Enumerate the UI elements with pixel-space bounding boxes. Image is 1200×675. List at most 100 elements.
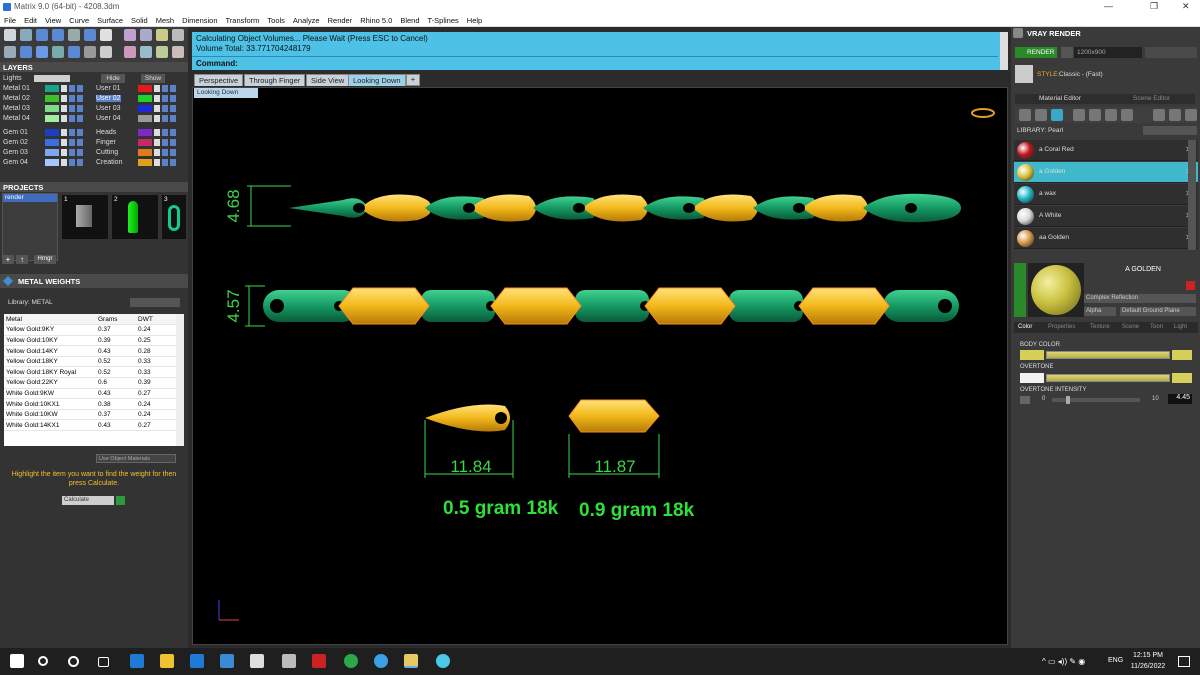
layer-select-icon[interactable] [170, 105, 176, 112]
subtab-toon[interactable]: Toon [1150, 324, 1163, 330]
menu-render[interactable]: Render [324, 14, 357, 25]
material-item[interactable]: a wax✕ [1014, 184, 1198, 205]
mail-icon[interactable] [220, 654, 234, 668]
layer-visible-icon[interactable] [162, 105, 168, 112]
layer-visible-icon[interactable] [69, 85, 75, 92]
layer-lock-icon[interactable] [154, 129, 160, 136]
layer-row-user-03[interactable]: User 03 [96, 104, 186, 113]
subtab-properties[interactable]: Properties [1048, 324, 1075, 330]
overtone-slider[interactable] [1046, 374, 1170, 382]
export-icon[interactable] [1169, 109, 1181, 121]
library-selector[interactable] [1143, 126, 1197, 135]
notification-icon[interactable] [1178, 656, 1190, 667]
tab-through-finger[interactable]: Through Finger [244, 74, 306, 86]
material-item[interactable]: A White✕ [1014, 206, 1198, 227]
layer-row-metal-04[interactable]: Metal 04 [3, 114, 93, 123]
menu-curve[interactable]: Curve [65, 14, 93, 25]
reflection-dropdown[interactable]: Complex Reflection [1084, 294, 1196, 303]
layer-color-swatch[interactable] [45, 105, 59, 112]
layer-row-user-02[interactable]: User 02 [96, 94, 186, 103]
sphere-preview-icon[interactable] [1051, 109, 1063, 121]
open-material-icon[interactable] [1035, 109, 1047, 121]
tab-material-editor[interactable]: Material Editor [1039, 95, 1081, 102]
tab-scene-editor[interactable]: Scene Editor [1133, 95, 1170, 102]
layer-visible-icon[interactable] [69, 139, 75, 146]
array-icon[interactable] [68, 46, 80, 58]
layer-select-icon[interactable] [77, 159, 83, 166]
project-thumb-3[interactable]: 3 [162, 195, 186, 239]
layer-row-cutting[interactable]: Cutting [96, 148, 186, 157]
menu-tools[interactable]: Tools [263, 14, 289, 25]
calculate-button[interactable]: Calculate [62, 496, 114, 505]
table-row[interactable]: Yellow Gold:18KY Royal 0.52 0.33 [4, 366, 176, 379]
subtab-light[interactable]: Light [1174, 324, 1187, 330]
menu-help[interactable]: Help [463, 14, 486, 25]
use-object-materials-toggle[interactable]: Use Object Materials [96, 454, 176, 463]
assign-icon[interactable] [1105, 109, 1117, 121]
layer-select-icon[interactable] [77, 139, 83, 146]
table-row[interactable]: Yellow Gold:14KY 0.43 0.28 [4, 345, 176, 357]
layer-icon[interactable] [52, 29, 64, 41]
ring-orientation-icon[interactable] [971, 108, 995, 118]
add-view-tab-button[interactable]: + [406, 74, 420, 86]
table-row[interactable]: White Gold:9KW 0.43 0.27 [4, 388, 176, 400]
table-scrollbar[interactable] [176, 314, 184, 446]
layer-lock-icon[interactable] [154, 115, 160, 122]
tab-looking-down[interactable]: Looking Down [348, 74, 406, 86]
layer-lock-icon[interactable] [61, 139, 67, 146]
command-prompt[interactable]: Command: [192, 56, 998, 69]
task-view-icon[interactable] [98, 657, 109, 667]
menu-file[interactable]: File [0, 14, 20, 25]
layer-visible-icon[interactable] [162, 159, 168, 166]
copy-icon[interactable] [100, 46, 112, 58]
up-project-button[interactable]: ↑ [16, 255, 28, 264]
settings-icon[interactable] [172, 29, 184, 41]
delete-material-icon[interactable] [1186, 281, 1195, 290]
layer-row-gem-03[interactable]: Gem 03 [3, 148, 93, 157]
col-metal[interactable]: Metal [4, 314, 96, 326]
edit-icon[interactable] [84, 29, 96, 41]
layer-color-swatch[interactable] [138, 85, 152, 92]
menu-t-splines[interactable]: T-Splines [424, 14, 463, 25]
search-icon[interactable] [38, 656, 48, 666]
col-dwt[interactable]: DWT [136, 314, 176, 326]
texture-icon[interactable] [1073, 109, 1085, 121]
layer-row-creation[interactable]: Creation [96, 158, 186, 167]
layer-lock-icon[interactable] [61, 149, 67, 156]
resolution-field[interactable]: 1200x900 [1074, 47, 1142, 58]
subtab-color[interactable]: Color [1018, 324, 1032, 330]
layer-color-swatch[interactable] [45, 95, 59, 102]
file-explorer-icon[interactable] [160, 654, 174, 668]
tray-icons[interactable]: ^ ▭ ◂)) ✎ ◉ [1042, 657, 1085, 666]
project-thumb-1[interactable]: 1 [62, 195, 108, 239]
curve-icon[interactable] [68, 29, 80, 41]
layer-visible-icon[interactable] [162, 139, 168, 146]
intensity-slider[interactable] [1052, 396, 1140, 404]
layer-color-swatch[interactable] [45, 129, 59, 136]
layer-select-icon[interactable] [77, 95, 83, 102]
document-icon[interactable] [100, 29, 112, 41]
start-icon[interactable] [10, 654, 24, 668]
zoom-app-icon[interactable] [374, 654, 388, 668]
layer-lock-icon[interactable] [154, 85, 160, 92]
hrngr-button[interactable]: Hrngr [34, 255, 56, 264]
layer-row-heads[interactable]: Heads [96, 128, 186, 137]
table-row[interactable]: White Gold:14KX1 0.43 0.27 [4, 419, 176, 432]
app-icon-2[interactable] [282, 654, 296, 668]
matrix-app-icon[interactable] [404, 654, 418, 668]
layer-color-swatch[interactable] [138, 105, 152, 112]
import-icon[interactable] [1153, 109, 1165, 121]
layer-color-swatch[interactable] [138, 129, 152, 136]
layer-visible-icon[interactable] [69, 149, 75, 156]
chrome-icon[interactable] [344, 654, 358, 668]
minimize-button[interactable]: — [1104, 1, 1113, 11]
tab-side-view[interactable]: Side View [306, 74, 350, 86]
overtone-swatch-end[interactable] [1172, 373, 1192, 383]
material-item[interactable]: a Coral Red✕ [1014, 140, 1198, 161]
layer-visible-icon[interactable] [162, 149, 168, 156]
layer-color-swatch[interactable] [45, 85, 59, 92]
table-row[interactable]: Yellow Gold:18KY 0.52 0.33 [4, 356, 176, 368]
layer-select-icon[interactable] [170, 115, 176, 122]
table-row[interactable]: Yellow Gold:22KY 0.6 0.39 [4, 377, 176, 389]
menu-blend[interactable]: Blend [396, 14, 423, 25]
